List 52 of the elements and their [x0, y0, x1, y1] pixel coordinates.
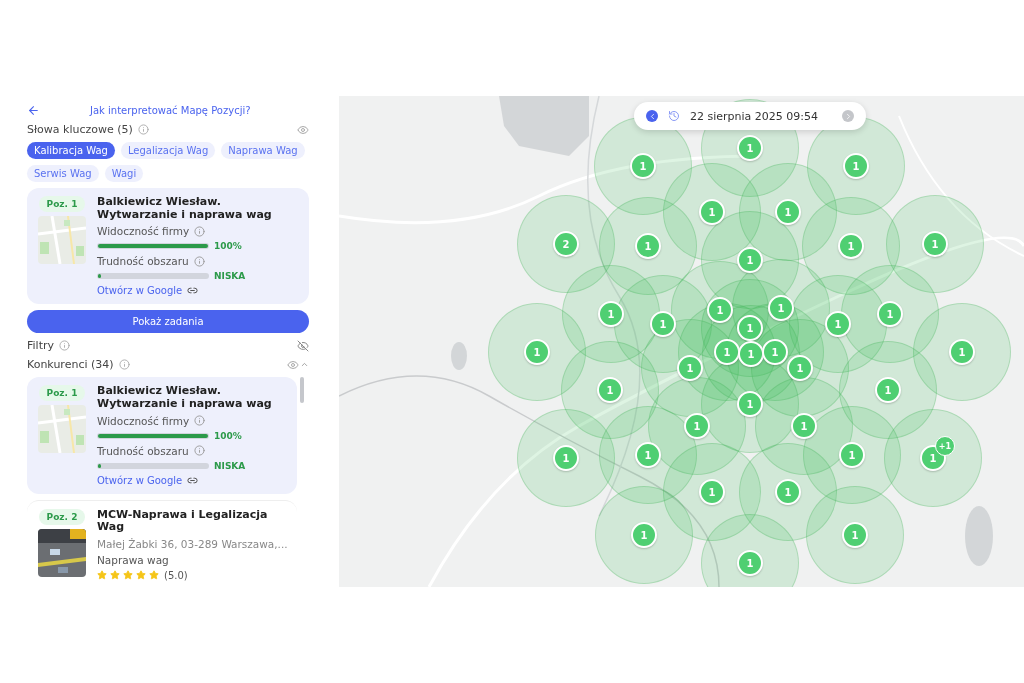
info-icon[interactable] — [137, 124, 149, 135]
star-icon — [136, 570, 146, 581]
business-address: Małej Żabki 36, 03-289 Warszawa,... — [97, 537, 287, 550]
keyword-chip[interactable]: Kalibracja Wag — [27, 142, 115, 159]
back-icon[interactable] — [27, 104, 40, 117]
difficulty-value: NISKA — [214, 460, 246, 471]
competitors-title: Konkurenci (34) — [27, 358, 114, 372]
position-badge: Poz. 1 — [38, 385, 86, 402]
previous-button[interactable] — [646, 110, 658, 122]
eye-icon[interactable] — [287, 358, 299, 371]
info-icon[interactable] — [59, 340, 70, 352]
keyword-chip[interactable]: Wagi — [104, 165, 144, 182]
keyword-chip[interactable]: Legalizacja Wag — [120, 142, 216, 159]
difficulty-label: Trudność obszaru — [97, 444, 189, 457]
eye-icon[interactable] — [297, 123, 309, 136]
info-icon[interactable] — [193, 255, 205, 267]
show-tasks-button[interactable]: Pokaż zadania — [27, 310, 309, 334]
star-icon — [97, 570, 107, 581]
info-icon[interactable] — [193, 445, 205, 457]
keyword-chip[interactable]: Naprawa Wag — [221, 142, 305, 159]
position-badge: Poz. 2 — [38, 508, 86, 525]
business-name: Balkiewicz Wiesław. Wytwarzanie i naprawa wag — [97, 385, 273, 411]
info-icon[interactable] — [194, 415, 206, 427]
scrollbar-thumb[interactable] — [300, 377, 304, 404]
visibility-value: 100% — [214, 430, 242, 441]
eye-off-icon[interactable] — [297, 339, 309, 352]
keywords-title: Słowa kluczowe (5) — [27, 123, 133, 136]
date-label: 22 sierpnia 2025 09:54 — [690, 109, 819, 123]
visibility-label: Widoczność firmy — [97, 225, 190, 238]
visibility-label: Widoczność firmy — [97, 414, 190, 427]
info-icon[interactable] — [118, 359, 130, 371]
difficulty-value: NISKA — [214, 271, 246, 282]
star-icon — [149, 570, 159, 581]
business-category: Naprawa wag — [97, 553, 170, 566]
star-icon — [110, 570, 120, 581]
competitor-card[interactable]: Poz. 1 Balkiewicz Wiesław. Wytwarzanie i naprawa wag Widoczność firmy 100% Trudność obszaru NISKA Otwórz w Google — [27, 377, 297, 494]
history-icon[interactable] — [668, 110, 680, 122]
visibility-value: 100% — [214, 241, 242, 252]
filters-title: Filtry — [27, 339, 54, 353]
info-icon[interactable] — [194, 225, 206, 237]
keyword-chip[interactable]: Serwis Wag — [27, 165, 99, 182]
next-button[interactable] — [842, 110, 854, 122]
help-link[interactable]: Jak interpretować Mapę Pozycji? — [90, 105, 251, 116]
difficulty-label: Trudność obszaru — [97, 255, 189, 268]
business-name: Balkiewicz Wiesław. Wytwarzanie i naprawa wag — [97, 196, 273, 222]
rating-value: (5.0) — [164, 569, 188, 581]
google-link[interactable]: Otwórz w Google — [97, 285, 183, 297]
map[interactable]: 1 1 1 1 1 2 1 1 1 1 1 1 1 1 1 1 1 1 1 1 1 1 1 1 1 1 1 1 1 1 1 1 1 +1 1 1 1 1 1 22 sierpnia 2025 09:54 — [339, 96, 1024, 587]
star-icon — [123, 570, 133, 581]
google-link[interactable]: Otwórz w Google — [97, 474, 183, 486]
position-badge: Poz. 1 — [38, 196, 86, 212]
business-name: MCW-Naprawa i Legalizacja Wag — [97, 508, 269, 534]
